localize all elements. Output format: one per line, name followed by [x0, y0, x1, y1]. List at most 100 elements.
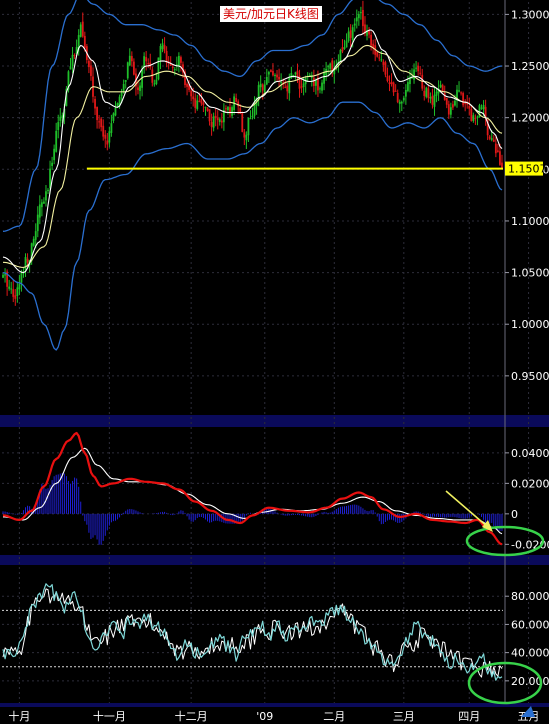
y-tick-label: 1.0000 [511, 318, 549, 331]
candle-body [112, 113, 115, 121]
candle-body [449, 107, 452, 115]
candle-body [247, 117, 250, 136]
candle-body [10, 288, 13, 290]
candle-body [98, 121, 101, 123]
candle-body [120, 92, 123, 97]
candle-body [18, 284, 21, 290]
candle-body [423, 90, 426, 96]
candle-body [163, 45, 166, 51]
candle-body [55, 130, 58, 152]
y-tick-label: 0.0400 [511, 447, 549, 460]
candle-body [482, 104, 485, 110]
candle-body [462, 93, 465, 106]
candle-body [386, 75, 389, 82]
x-tick-label: 十二月 [175, 709, 208, 723]
candle-body [128, 55, 131, 66]
candle-body [490, 138, 493, 140]
candle-body [435, 91, 438, 96]
candle-body [124, 80, 127, 82]
candle-body [153, 83, 156, 85]
candle-body [447, 104, 450, 115]
candle-body [59, 116, 62, 121]
candle-body [396, 93, 399, 103]
x-tick-label: 十月 [8, 709, 30, 723]
candle-body [388, 82, 391, 84]
candle-body [108, 131, 111, 143]
candle-body [137, 87, 139, 91]
candle-body [302, 83, 305, 88]
candle-body [159, 46, 162, 61]
candle-body [470, 109, 473, 121]
candle-body [126, 62, 129, 79]
candle-body [206, 107, 209, 111]
candle-body [288, 76, 291, 94]
candle-body [16, 287, 19, 296]
candle-body [312, 77, 315, 87]
candle-body [351, 27, 354, 40]
candle-body [100, 118, 103, 128]
candle-body [398, 101, 401, 104]
candle-body [130, 56, 133, 62]
candle-body [488, 136, 491, 139]
candle-body [8, 286, 11, 289]
candle-body [198, 100, 201, 102]
candle-body [460, 92, 462, 94]
candle-body [161, 43, 164, 50]
x-tick-label: 二月 [323, 710, 345, 723]
candle-body [259, 83, 262, 88]
y-tick-label: 0.0200 [511, 477, 549, 490]
candle-body [458, 90, 460, 92]
candle-body [392, 82, 395, 93]
candle-body [220, 120, 223, 123]
candle-body [145, 57, 148, 62]
candle-body [261, 84, 264, 91]
candle-body [443, 93, 446, 100]
candle-body [294, 72, 297, 75]
axis-layer: 十月十一月十二月'09二月三月四月五月1.30001.25001.20001.1… [8, 8, 549, 723]
candle-body [415, 67, 417, 69]
candle-body [347, 31, 350, 41]
candle-body [376, 51, 379, 57]
candle-body [267, 72, 270, 75]
macd-signal-line [2, 447, 503, 535]
candle-body [196, 100, 199, 109]
y-tick-label: 20.000 [511, 675, 549, 688]
candle-body [380, 59, 383, 61]
y-tick-label: 1.0500 [511, 267, 549, 280]
candle-body [57, 122, 60, 130]
candle-body [476, 116, 479, 118]
candle-body [204, 106, 207, 108]
candle-body [263, 84, 266, 93]
candle-body [83, 35, 86, 48]
candle-body [445, 98, 448, 105]
candle-body [409, 78, 411, 85]
candle-body [480, 107, 483, 109]
candle-body [468, 106, 471, 109]
candle-body [147, 63, 150, 65]
candle-body [32, 238, 35, 246]
candle-body [210, 121, 213, 127]
candle-body [235, 97, 238, 102]
candle-body [20, 272, 23, 283]
candle-body [96, 106, 98, 121]
candle-body [452, 104, 454, 108]
candle-body [79, 24, 82, 37]
candle-body [284, 86, 287, 88]
candle-body [73, 54, 76, 56]
candle-body [14, 295, 17, 299]
candle-body [38, 204, 41, 218]
candle-body [94, 98, 96, 109]
candle-body [384, 62, 387, 75]
candle-body [296, 70, 299, 78]
candle-body [200, 99, 203, 104]
candle-body [378, 57, 381, 59]
candle-body [499, 151, 501, 165]
candle-body [102, 125, 105, 137]
candle-body [177, 55, 180, 67]
candle-body [4, 274, 6, 276]
candle-body [300, 86, 303, 88]
candle-body [382, 61, 385, 65]
x-tick-label: '09 [256, 710, 273, 723]
candle-body [214, 115, 217, 119]
candle-body [370, 34, 373, 46]
